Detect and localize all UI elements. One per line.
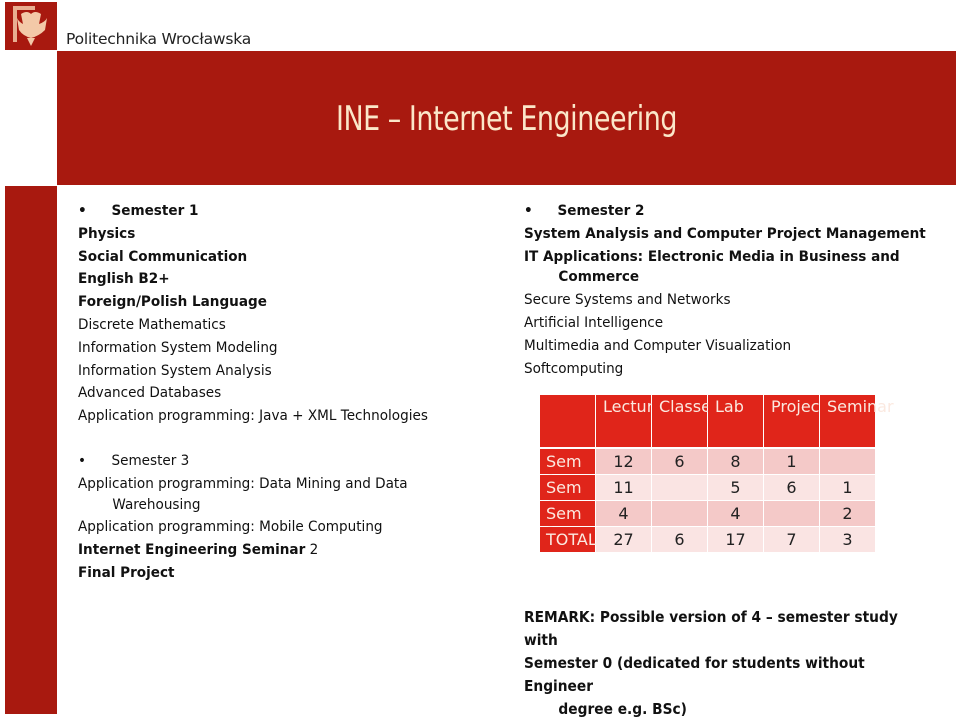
course-item: IT Applications: Electronic Media in Bus… <box>524 247 900 265</box>
course-item: Discrete Mathematics <box>78 315 226 333</box>
table-header-cell: Seminar <box>820 395 894 447</box>
semester-3-heading: • Semester 3 <box>78 450 408 473</box>
table-row: Sem 2 11 5 6 1 <box>540 475 876 516</box>
course-item: System Analysis and Computer Project Man… <box>524 224 926 242</box>
table-cell: 17 <box>708 527 763 552</box>
table-cell: 2 <box>820 501 875 526</box>
table-cell: 4 <box>596 501 651 526</box>
table-cell <box>820 449 875 474</box>
semester-3-list: • Semester 3 Application programming: Dat… <box>78 450 408 585</box>
course-item: Artificial Intelligence <box>524 313 664 331</box>
course-item: Internet Engineering Seminar 2 <box>78 541 319 559</box>
table-header-cell: Project <box>764 395 826 447</box>
course-item: Final Project <box>78 563 175 581</box>
course-item: Information System Analysis <box>78 361 272 379</box>
course-item: Foreign/Polish Language <box>78 293 267 311</box>
bullet-icon: • <box>78 452 87 469</box>
title-banner: INE – Internet Engineering <box>57 51 956 185</box>
row-label: Sem 1 <box>540 449 595 490</box>
university-logo <box>5 2 57 50</box>
table-cell: 6 <box>764 475 819 500</box>
table-cell: 1 <box>820 475 875 500</box>
remark-line: degree e.g. BSc) <box>558 701 687 718</box>
course-item: Softcomputing <box>524 359 624 377</box>
table-cell: 12 <box>596 449 651 474</box>
table-cell: 1 <box>764 449 819 474</box>
course-item: Social Communication <box>78 247 248 265</box>
table-cell: 5 <box>708 475 763 500</box>
table-cell <box>652 475 707 500</box>
course-item: Information System Modeling <box>78 338 278 356</box>
table-row: Sem 1 12 6 8 1 <box>540 449 876 490</box>
remark-line: REMARK: Possible version of 4 – semester… <box>524 609 898 649</box>
table-cell: 7 <box>764 527 819 552</box>
course-item: Secure Systems and Networks <box>524 291 731 309</box>
semester-1-heading: • Semester 1 <box>78 200 428 223</box>
course-item: English B2+ <box>78 270 170 288</box>
table-header-row: Lecture Classes Lab Project Seminar <box>540 395 894 447</box>
course-item: Advanced Databases <box>78 384 222 402</box>
semester-2-list: • Semester 2 System Analysis and Computer… <box>524 200 926 380</box>
table-cell: 27 <box>596 527 651 552</box>
course-item-continuation: Warehousing <box>112 495 201 513</box>
table-header-cell <box>540 395 595 447</box>
table-cell: 8 <box>708 449 763 474</box>
table-cell <box>764 501 819 526</box>
table-row: Sem 3 4 4 2 <box>540 501 876 542</box>
bullet-icon: • <box>524 202 533 219</box>
table-cell: 6 <box>652 527 707 552</box>
table-cell: 6 <box>652 449 707 474</box>
decorative-side-strip <box>5 186 57 714</box>
remark-note: REMARK: Possible version of 4 – semester… <box>524 606 929 721</box>
table-cell: 11 <box>596 475 651 500</box>
row-label: TOTAL <box>540 527 597 552</box>
table-header-cell: Classes <box>652 395 719 447</box>
table-header-cell: Lecture <box>596 395 663 447</box>
page-title: INE – Internet Engineering <box>335 99 678 139</box>
table-cell: 3 <box>820 527 875 552</box>
institution-name: Politechnika Wrocławska <box>66 30 252 48</box>
table-cell: 4 <box>708 501 763 526</box>
eagle-crest-icon <box>13 6 47 46</box>
remark-line: Semester 0 (dedicated for students witho… <box>524 655 865 695</box>
course-item-continuation: Commerce <box>558 268 640 286</box>
course-item: Application programming: Java + XML Tech… <box>78 407 428 425</box>
row-label: Sem 3 <box>540 501 595 542</box>
table-header-cell: Lab <box>708 395 763 447</box>
table-row-total: TOTAL 27 6 17 7 3 <box>540 527 876 552</box>
semester-1-list: • Semester 1 Physics Social Communication… <box>78 200 428 428</box>
semester-2-heading: • Semester 2 <box>524 200 926 223</box>
course-item: Application programming: Data Mining and… <box>78 474 408 492</box>
course-item: Physics <box>78 224 136 242</box>
bullet-icon: • <box>78 202 87 219</box>
row-label: Sem 2 <box>540 475 595 516</box>
course-item: Multimedia and Computer Visualization <box>524 336 792 354</box>
course-item: Application programming: Mobile Computin… <box>78 518 383 536</box>
table-cell <box>652 501 707 526</box>
